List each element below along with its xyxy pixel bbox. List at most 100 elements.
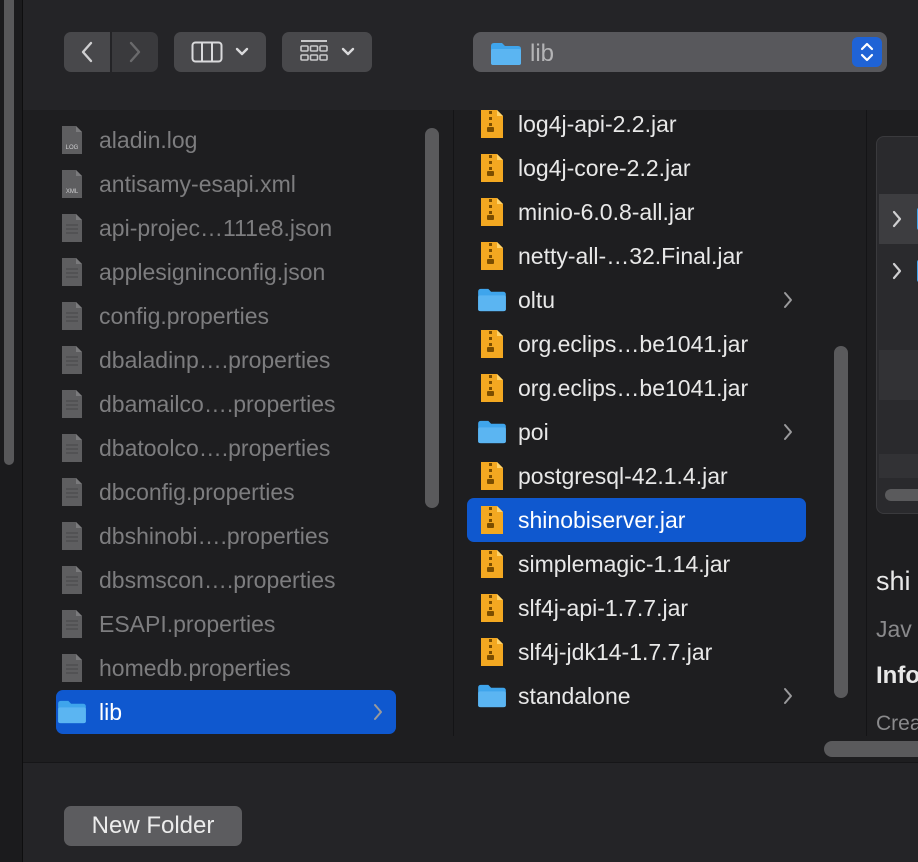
chevron-right-icon: [892, 262, 902, 280]
item-name: poi: [518, 418, 549, 445]
location-stepper[interactable]: [852, 37, 882, 67]
item-name: dbatoolco….properties: [99, 434, 331, 461]
folder-icon: [491, 43, 521, 65]
list-item[interactable]: config.properties: [56, 294, 396, 338]
item-name: postgresql-42.1.4.jar: [518, 462, 728, 489]
item-name: minio-6.0.8-all.jar: [518, 198, 695, 225]
log-file-icon: LOG: [62, 126, 82, 154]
left-pane-scrollbar[interactable]: [4, 0, 14, 465]
row-icon: [56, 389, 88, 419]
location-label: lib: [530, 40, 555, 67]
back-button[interactable]: [64, 32, 110, 72]
item-name: oltu: [518, 286, 556, 313]
list-item[interactable]: standalone: [467, 674, 806, 718]
text-file-icon: [62, 522, 82, 550]
list-item[interactable]: simplemagic-1.14.jar: [467, 542, 806, 586]
row-icon: [467, 197, 507, 227]
view-mode-button[interactable]: [174, 32, 266, 72]
preview-row[interactable]: [879, 246, 918, 296]
list-item[interactable]: dbsmscon….properties: [56, 558, 396, 602]
jar-file-icon: [481, 550, 503, 578]
list-item[interactable]: log4j-core-2.2.jar: [467, 146, 806, 190]
row-icon: LOG: [56, 125, 88, 155]
list-item[interactable]: dbshinobi….properties: [56, 514, 396, 558]
list-item[interactable]: poi: [467, 410, 806, 454]
jar-file-icon: [481, 374, 503, 402]
list-item[interactable]: netty-all-…32.Final.jar: [467, 234, 806, 278]
svg-text:LOG: LOG: [66, 145, 79, 151]
jar-file-icon: [481, 198, 503, 226]
list-item-selected[interactable]: shinobiserver.jar: [467, 498, 806, 542]
text-file-icon: [62, 346, 82, 374]
item-name: antisamy-esapi.xml: [99, 170, 296, 197]
row-icon: [56, 345, 88, 375]
group-by-button[interactable]: [282, 32, 372, 72]
list-item[interactable]: minio-6.0.8-all.jar: [467, 190, 806, 234]
jar-file-icon: [481, 242, 503, 270]
list-item[interactable]: homedb.properties: [56, 646, 396, 690]
list-item[interactable]: oltu: [467, 278, 806, 322]
jar-file-icon: [481, 110, 503, 138]
column-divider: [866, 110, 867, 736]
browser-horizontal-scrollbar[interactable]: [824, 741, 918, 757]
chevron-right-icon: [784, 424, 792, 440]
folder-icon: [58, 700, 86, 724]
chevron-down-icon: [235, 47, 249, 56]
text-file-icon: [62, 610, 82, 638]
item-name: org.eclips…be1041.jar: [518, 374, 749, 401]
list-item[interactable]: org.eclips…be1041.jar: [467, 366, 806, 410]
list-item[interactable]: XML antisamy-esapi.xml: [56, 162, 396, 206]
chevron-right-icon: [374, 704, 382, 720]
bottom-bar: New Folder: [23, 762, 918, 862]
item-name: org.eclips…be1041.jar: [518, 330, 749, 357]
row-icon: [56, 433, 88, 463]
item-name: shinobiserver.jar: [518, 506, 686, 533]
row-icon: [467, 420, 507, 444]
list-item[interactable]: org.eclips…be1041.jar: [467, 322, 806, 366]
jar-file-icon: [481, 638, 503, 666]
item-name: dbamailco….properties: [99, 390, 336, 417]
row-icon: [467, 373, 507, 403]
list-item[interactable]: slf4j-jdk14-1.7.7.jar: [467, 630, 806, 674]
column-parent: LOG aladin.log XML antisamy-esapi.xml api-pr…: [23, 110, 446, 762]
row-icon: [467, 288, 507, 312]
list-item[interactable]: api-projec…111e8.json: [56, 206, 396, 250]
disclosure-chevron: [782, 291, 794, 314]
new-folder-button[interactable]: New Folder: [64, 806, 242, 846]
preview-scrollbar[interactable]: [885, 489, 918, 501]
left-pane-edge: [0, 0, 23, 862]
item-name: slf4j-jdk14-1.7.7.jar: [518, 638, 713, 665]
column1-scrollbar[interactable]: [425, 128, 439, 508]
list-item[interactable]: ESAPI.properties: [56, 602, 396, 646]
item-name: applesigninconfig.json: [99, 258, 326, 285]
list-item[interactable]: dbatoolco….properties: [56, 426, 396, 470]
location-popup[interactable]: lib: [473, 32, 887, 72]
disclosure-chevron: [372, 703, 384, 726]
text-file-icon: [62, 302, 82, 330]
disclosure-chevron: [782, 687, 794, 710]
list-item[interactable]: dbconfig.properties: [56, 470, 396, 514]
column2-scrollbar[interactable]: [834, 346, 848, 698]
item-name: lib: [99, 698, 123, 725]
list-item[interactable]: LOG aladin.log: [56, 118, 396, 162]
row-icon: [56, 653, 88, 683]
preview-row[interactable]: [879, 194, 918, 244]
list-item[interactable]: log4j-api-2.2.jar: [467, 110, 806, 146]
list-item[interactable]: postgresql-42.1.4.jar: [467, 454, 806, 498]
json-file-icon: [62, 214, 82, 242]
row-icon: [467, 329, 507, 359]
row-icon: [56, 301, 88, 331]
list-item[interactable]: dbamailco….properties: [56, 382, 396, 426]
chevron-right-icon: [784, 688, 792, 704]
row-icon: [467, 153, 507, 183]
forward-button[interactable]: [112, 32, 158, 72]
json-file-icon: [62, 258, 82, 286]
list-item-selected[interactable]: lib: [56, 690, 396, 734]
list-item[interactable]: slf4j-api-1.7.7.jar: [467, 586, 806, 630]
row-icon: [56, 521, 88, 551]
row-icon: [467, 593, 507, 623]
row-icon: [467, 549, 507, 579]
text-file-icon: [62, 390, 82, 418]
list-item[interactable]: dbaladinp….properties: [56, 338, 396, 382]
list-item[interactable]: applesigninconfig.json: [56, 250, 396, 294]
